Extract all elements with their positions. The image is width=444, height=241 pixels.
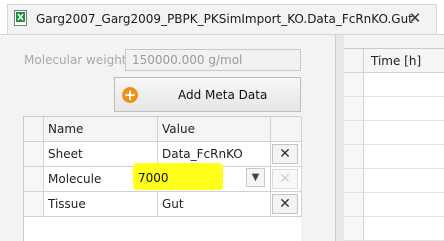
table-cell-delete: ✕ bbox=[271, 192, 302, 217]
row-indicator[interactable] bbox=[24, 142, 44, 167]
molecular-weight-label: Molecular weight: bbox=[24, 53, 131, 67]
tab-title: Garg2007_Garg2009_PBPK_PKSimImport_KO.Da… bbox=[36, 12, 413, 26]
molecular-weight-field: 150000.000 g/mol bbox=[125, 49, 301, 71]
splitter[interactable] bbox=[335, 35, 344, 241]
delete-row-button: ✕ bbox=[272, 169, 298, 189]
row-value: Data_FcRnKO bbox=[162, 147, 243, 161]
excel-file-icon bbox=[14, 10, 28, 26]
table-row[interactable] bbox=[344, 97, 444, 121]
column-header-name-label: Name bbox=[48, 122, 84, 136]
table-cell-name[interactable]: Tissue bbox=[44, 192, 158, 217]
row-indicator[interactable] bbox=[344, 121, 364, 144]
tab-strip: Garg2007_Garg2009_PBPK_PKSimImport_KO.Da… bbox=[0, 0, 444, 35]
data-grid-header: Time [h] bbox=[344, 49, 444, 73]
table-cell-value[interactable]: Gut bbox=[158, 192, 271, 217]
row-name: Tissue bbox=[48, 197, 86, 211]
meta-data-table: Name Value Sheet Data_FcRnKO ✕ Molecule … bbox=[23, 116, 302, 241]
chevron-down-icon[interactable]: ▼ bbox=[246, 168, 265, 187]
row-indicator[interactable] bbox=[24, 192, 44, 217]
row-indicator[interactable] bbox=[344, 217, 364, 240]
column-header-value-label: Value bbox=[162, 122, 195, 136]
table-cell-delete: ✕ bbox=[271, 167, 302, 192]
column-header-name[interactable]: Name bbox=[44, 117, 158, 142]
row-indicator-header bbox=[24, 117, 44, 142]
column-header-time[interactable]: Time [h] bbox=[371, 54, 421, 68]
add-meta-data-button[interactable]: + Add Meta Data bbox=[114, 77, 301, 112]
column-header-delete bbox=[271, 117, 302, 142]
row-value: Gut bbox=[162, 197, 184, 211]
molecule-value-combo[interactable]: 7000 ▼ bbox=[134, 167, 268, 189]
table-row[interactable] bbox=[344, 169, 444, 193]
tab-divider bbox=[0, 34, 444, 35]
column-header-value[interactable]: Value bbox=[158, 117, 271, 142]
row-indicator[interactable] bbox=[344, 97, 364, 120]
table-row[interactable] bbox=[344, 145, 444, 169]
row-indicator[interactable] bbox=[24, 167, 44, 192]
row-indicator-header bbox=[344, 49, 364, 73]
table-cell-delete: ✕ bbox=[271, 142, 302, 167]
table-row[interactable] bbox=[344, 121, 444, 145]
row-indicator[interactable] bbox=[344, 193, 364, 216]
add-meta-data-label: Add Meta Data bbox=[178, 88, 268, 102]
row-name: Molecule bbox=[48, 172, 102, 186]
combo-value: 7000 bbox=[138, 171, 169, 185]
table-row[interactable] bbox=[344, 73, 444, 97]
table-row[interactable] bbox=[344, 193, 444, 217]
row-name: Sheet bbox=[48, 147, 83, 161]
row-indicator[interactable] bbox=[344, 169, 364, 192]
add-circle-icon: + bbox=[122, 86, 138, 104]
table-row[interactable] bbox=[344, 217, 444, 241]
row-indicator[interactable] bbox=[344, 145, 364, 168]
document-tab[interactable]: Garg2007_Garg2009_PBPK_PKSimImport_KO.Da… bbox=[7, 4, 437, 35]
delete-row-button[interactable]: ✕ bbox=[272, 144, 298, 164]
close-icon[interactable]: ✕ bbox=[407, 10, 423, 26]
data-grid: Time [h] bbox=[344, 48, 444, 241]
delete-row-button[interactable]: ✕ bbox=[272, 194, 298, 214]
row-indicator[interactable] bbox=[344, 73, 364, 96]
